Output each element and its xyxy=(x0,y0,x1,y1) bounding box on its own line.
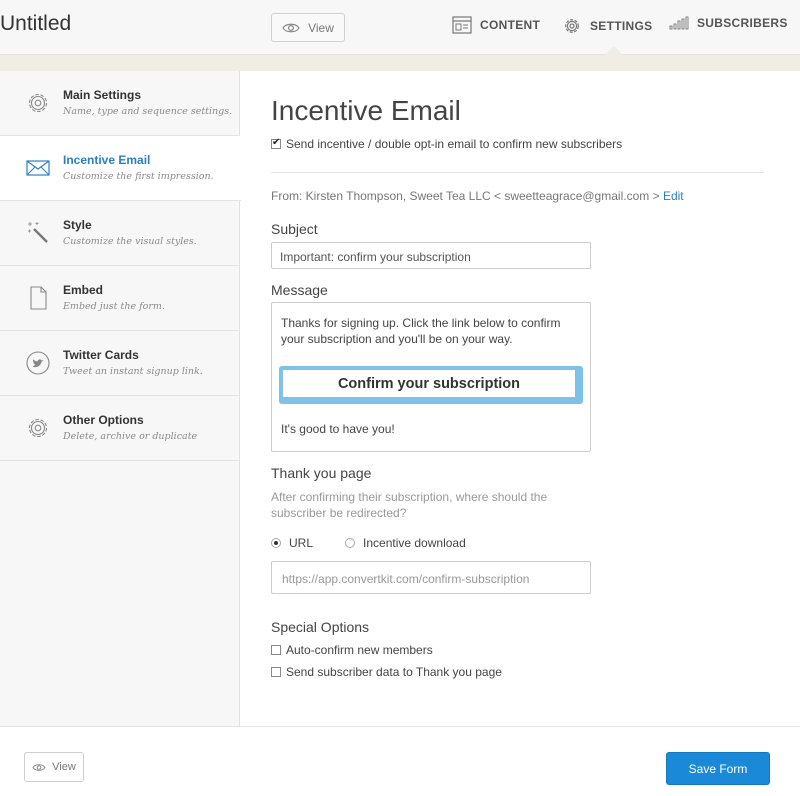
thank-you-help-text: After confirming their subscription, whe… xyxy=(271,490,548,520)
tab-content-label: CONTENT xyxy=(480,18,541,32)
send-incentive-checkbox[interactable] xyxy=(271,137,281,149)
special-options-label: Special Options xyxy=(271,619,370,635)
view-button-label: View xyxy=(308,20,334,35)
view-button-footer[interactable]: View xyxy=(24,752,84,782)
message-label: Message xyxy=(271,282,328,298)
sidebar-item-main-settings[interactable]: Main Settings Name, type and sequence se… xyxy=(0,71,240,136)
envelope-icon xyxy=(26,160,50,176)
magic-wand-icon xyxy=(28,222,48,243)
save-form-button[interactable]: Save Form xyxy=(666,752,770,785)
send-incentive-checkbox-row[interactable]: Send incentive / double opt-in email to … xyxy=(271,137,622,151)
tab-settings-label: SETTINGS xyxy=(590,19,653,33)
sidebar-item-incentive-email[interactable]: Incentive Email Customize the first impr… xyxy=(0,136,241,201)
eye-icon xyxy=(282,23,300,32)
top-bar: Untitled View CONTENT SETTINGS SUBSCRIBE… xyxy=(0,0,800,56)
tab-settings[interactable]: SETTINGS xyxy=(562,16,652,36)
auto-confirm-checkbox[interactable] xyxy=(271,645,281,655)
message-footer[interactable]: It's good to have you! xyxy=(281,422,395,436)
from-text: From: Kirsten Thompson, Sweet Tea LLC < … xyxy=(271,189,660,203)
auto-confirm-row[interactable]: Auto-confirm new members xyxy=(271,643,433,657)
subject-label: Subject xyxy=(271,221,318,237)
view-button[interactable]: View xyxy=(271,13,345,42)
sidebar-item-title: Main Settings xyxy=(63,88,142,102)
sidebar-item-subtitle: Name, type and sequence settings. xyxy=(63,106,233,117)
sidebar-item-twitter-cards[interactable]: Twitter Cards Tweet an instant signup li… xyxy=(0,331,240,396)
sidebar-item-title: Other Options xyxy=(63,413,144,427)
eye-icon xyxy=(32,763,46,771)
tab-content[interactable]: CONTENT xyxy=(452,16,540,34)
settings-sidebar: Main Settings Name, type and sequence se… xyxy=(0,71,241,726)
sidebar-item-subtitle: Customize the visual styles. xyxy=(63,236,197,247)
content-icon xyxy=(452,16,472,34)
footer-bar: View Save Form xyxy=(0,726,800,796)
twitter-icon xyxy=(26,351,50,375)
tab-subscribers-label: SUBSCRIBERS xyxy=(697,16,788,30)
form-title[interactable]: Untitled xyxy=(0,12,71,36)
sidebar-item-subtitle: Tweet an instant signup link. xyxy=(63,366,203,377)
sidebar-item-title: Incentive Email xyxy=(63,153,151,167)
radio-incentive-download[interactable] xyxy=(345,538,356,548)
sidebar-item-subtitle: Customize the first impression. xyxy=(63,171,214,182)
redirect-radio-group: URL Incentive download xyxy=(271,536,466,550)
message-editor[interactable]: Thanks for signing up. Click the link be… xyxy=(271,302,591,452)
redirect-url-input[interactable]: https://app.convertkit.com/confirm-subsc… xyxy=(271,561,591,594)
gear-icon xyxy=(28,93,48,113)
gear-icon xyxy=(565,19,579,33)
divider xyxy=(271,172,764,173)
subject-input[interactable]: Important: confirm your subscription xyxy=(271,242,591,269)
send-incentive-label: Send incentive / double opt-in email to … xyxy=(286,137,623,151)
send-subscriber-data-row[interactable]: Send subscriber data to Thank you page xyxy=(271,665,502,679)
thank-you-page-label: Thank you page xyxy=(271,465,372,481)
from-line: From: Kirsten Thompson, Sweet Tea LLC < … xyxy=(271,189,684,203)
incentive-email-panel: Incentive Email Send incentive / double … xyxy=(241,71,800,726)
page-title: Incentive Email xyxy=(271,95,461,126)
bar-chart-icon xyxy=(669,16,689,30)
sidebar-item-title: Twitter Cards xyxy=(63,348,139,362)
sidebar-item-style[interactable]: Style Customize the visual styles. xyxy=(0,201,240,266)
tab-subscribers[interactable]: SUBSCRIBERS xyxy=(669,16,788,30)
message-body[interactable]: Thanks for signing up. Click the link be… xyxy=(281,315,586,347)
view-button-footer-label: View xyxy=(52,761,76,773)
confirm-subscription-button[interactable]: Confirm your subscription xyxy=(283,370,575,397)
sidebar-item-subtitle: Delete, archive or duplicate xyxy=(63,431,198,442)
sidebar-item-title: Embed xyxy=(63,283,104,297)
gear-icon xyxy=(28,418,48,438)
radio-url[interactable] xyxy=(271,538,281,548)
sidebar-item-other-options[interactable]: Other Options Delete, archive or duplica… xyxy=(0,396,240,461)
radio-url-label[interactable]: URL xyxy=(289,536,313,550)
sidebar-item-title: Style xyxy=(63,218,92,232)
document-icon xyxy=(30,286,47,310)
sidebar-item-embed[interactable]: Embed Embed just the form. xyxy=(0,266,240,331)
send-subscriber-data-label: Send subscriber data to Thank you page xyxy=(286,665,502,679)
confirm-subscription-button-frame: Confirm your subscription xyxy=(279,366,583,404)
auto-confirm-label: Auto-confirm new members xyxy=(286,643,433,657)
radio-incentive-download-label[interactable]: Incentive download xyxy=(363,536,466,550)
edit-from-link[interactable]: Edit xyxy=(663,189,684,203)
send-subscriber-data-checkbox[interactable] xyxy=(271,667,281,677)
header-strip xyxy=(0,55,800,71)
sidebar-item-subtitle: Embed just the form. xyxy=(63,301,165,312)
